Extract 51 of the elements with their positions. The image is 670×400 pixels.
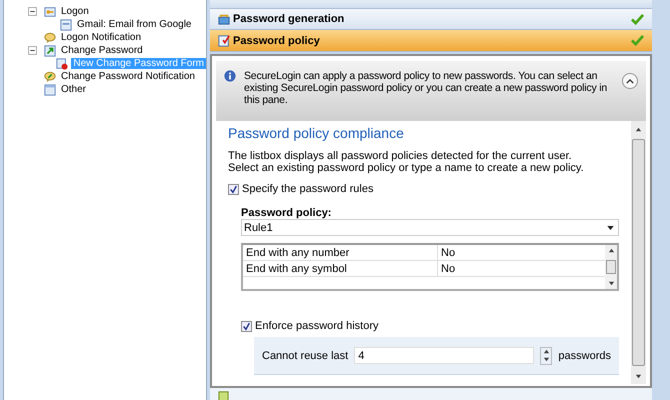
description-text: The listbox displays all password policies detected for the current user. Select an existing password policy or type a name to create a new policy.	[228, 150, 585, 174]
arrow-icon	[44, 44, 56, 56]
section-header[interactable]: Password generation	[210, 9, 652, 30]
tree-item[interactable]: Change Password Notification	[59, 71, 197, 82]
spinner-control[interactable]	[540, 346, 552, 364]
table-cell-text: No	[440, 262, 456, 276]
info-text: SecureLogin can apply a password policy to new passwords. You can select an existing SecureLogin password policy or you can create a new password policy in this pane.	[244, 70, 608, 106]
dropdown-arrow-icon	[607, 226, 614, 230]
collapse-toggle-icon[interactable]	[28, 7, 37, 16]
checkbox[interactable]	[241, 320, 252, 332]
tree-item[interactable]: Logon	[59, 6, 91, 17]
checklist-icon	[218, 34, 230, 46]
arrow-up-icon	[635, 126, 642, 132]
tree-item[interactable]: Other	[59, 84, 88, 95]
section-header[interactable]: Password policy	[210, 30, 652, 52]
field-label: Password policy:	[241, 207, 332, 219]
speech-bubble-icon	[44, 32, 56, 44]
toolbox-icon	[218, 13, 230, 25]
info-icon	[224, 70, 236, 82]
chevron-up-icon	[626, 78, 634, 84]
document-icon	[218, 390, 229, 400]
tree-item[interactable]: Gmail: Email from Google	[75, 19, 194, 30]
arrow-up-icon	[608, 247, 614, 254]
table-cell-text: No	[440, 246, 456, 260]
policy-dropdown[interactable]: Rule1	[241, 219, 619, 236]
collapse-button[interactable]	[622, 73, 638, 89]
collapse-toggle-icon[interactable]	[28, 46, 37, 55]
reuse-count-field[interactable]: 4	[354, 347, 534, 364]
checkbox[interactable]	[228, 184, 239, 194]
form-error-icon	[56, 58, 68, 70]
table-cell: End with any symbol	[243, 261, 438, 276]
arrow-down-icon	[542, 356, 550, 363]
tree-item[interactable]: Change Password	[59, 45, 145, 56]
arrow-down-icon	[635, 372, 642, 380]
checkmark-icon	[631, 35, 644, 46]
checkbox-label: Enforce password history	[255, 320, 378, 332]
table-scrollbar[interactable]	[605, 245, 617, 289]
window-icon	[44, 84, 56, 96]
table-cell: End with any number	[243, 245, 438, 260]
panel-scrollbar[interactable]	[631, 121, 646, 384]
tree-item[interactable]: Logon Notification	[59, 32, 144, 43]
unit-label: passwords	[558, 350, 611, 362]
field-label: Cannot reuse last	[262, 350, 348, 362]
checkmark-icon	[631, 14, 644, 24]
section-heading: Password policy compliance	[228, 125, 405, 141]
speech-bubble-icon	[44, 70, 56, 82]
form-icon	[60, 18, 72, 30]
arrow-up-icon	[542, 348, 550, 355]
key-icon	[44, 6, 56, 18]
arrow-down-icon	[608, 280, 614, 287]
checkbox-label: Specify the password rules	[242, 183, 374, 195]
